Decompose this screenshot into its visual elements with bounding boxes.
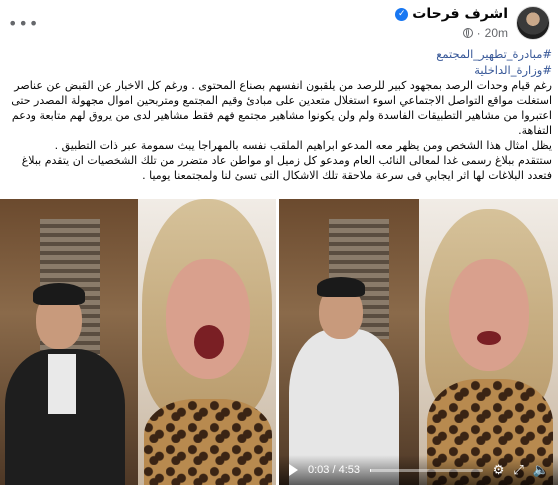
video-controls: 0:03 / 4:53 ⚙ ⤢ 🔈 xyxy=(279,455,558,485)
man-hair xyxy=(33,283,85,305)
shirt xyxy=(48,354,76,414)
author-line: اشرف فرحات ✓ xyxy=(395,6,508,22)
dot-separator: · xyxy=(476,26,481,40)
post-media: 0:03 / 4:53 ⚙ ⤢ 🔈 xyxy=(0,199,558,485)
fullscreen-icon[interactable]: ⤢ xyxy=(513,462,523,478)
video-duration: 4:53 xyxy=(338,464,361,476)
volume-icon[interactable]: 🔈 xyxy=(533,462,549,478)
verified-badge-icon: ✓ xyxy=(395,7,409,21)
globe-icon xyxy=(462,28,473,38)
hashtag-link[interactable]: #وزارة_الداخلية xyxy=(6,62,552,78)
post-timestamp[interactable]: 20m xyxy=(485,26,508,40)
post-paragraph: ستتقدم ببلاغ رسمى غدا لمعالى النائب العا… xyxy=(21,154,552,182)
video-player[interactable]: 0:03 / 4:53 ⚙ ⤢ 🔈 xyxy=(279,199,558,485)
post-header: اشرف فرحات ✓ 20m · ••• xyxy=(0,0,558,48)
man-hair xyxy=(317,277,365,297)
video-right-half xyxy=(419,199,558,485)
hashtag-link[interactable]: #مبادرة_تطهير_المجتمع xyxy=(6,46,552,62)
photo-right-half xyxy=(138,199,276,485)
current-time: 0:03 xyxy=(308,464,330,476)
post-paragraph: يظل امثال هذا الشخص ومن يظهر معه المدعو … xyxy=(54,139,552,152)
woman-mouth xyxy=(477,331,501,345)
video-time: 0:03 / 4:53 xyxy=(308,464,360,476)
video-left-half xyxy=(279,199,419,485)
photo-thumbnail[interactable] xyxy=(0,199,276,485)
post-meta: 20m · xyxy=(462,26,508,40)
post-body: #مبادرة_تطهير_المجتمع #وزارة_الداخلية رغ… xyxy=(6,46,552,183)
video-progress-fill xyxy=(370,468,372,472)
time-separator: / xyxy=(329,464,339,476)
author-avatar[interactable] xyxy=(516,6,550,40)
leopard-top xyxy=(144,399,272,485)
woman-face xyxy=(449,259,529,371)
author-name[interactable]: اشرف فرحات xyxy=(412,6,508,22)
post-paragraph: رغم قيام وحدات الرصد بمجهود كبير للرصد م… xyxy=(11,79,552,137)
more-options-icon[interactable]: ••• xyxy=(8,14,39,33)
play-icon[interactable] xyxy=(289,464,298,476)
photo-left-half xyxy=(0,199,138,485)
video-progress-bar[interactable] xyxy=(370,468,483,472)
settings-gear-icon[interactable]: ⚙ xyxy=(493,462,505,478)
woman-mouth xyxy=(194,325,224,359)
woman-face xyxy=(166,259,250,379)
